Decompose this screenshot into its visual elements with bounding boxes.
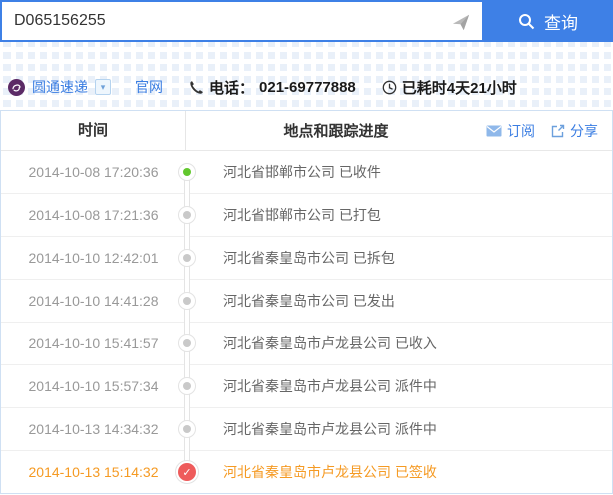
carrier-name-link[interactable]: 圆通速递 bbox=[32, 77, 88, 97]
event-time: 2014-10-08 17:21:36 bbox=[28, 206, 159, 223]
timeline-dot-received-icon: ✓ bbox=[178, 162, 196, 181]
phone-icon bbox=[189, 80, 204, 95]
carrier-dropdown-toggle[interactable]: ▾ bbox=[95, 79, 111, 95]
timeline-dot-icon: ✓ bbox=[178, 377, 196, 396]
envelope-icon bbox=[486, 125, 502, 137]
official-site-link[interactable]: 官网 bbox=[135, 77, 163, 97]
chevron-down-icon: ▾ bbox=[100, 81, 106, 92]
event-text: 河北省邯郸市公司 已收件 bbox=[223, 163, 381, 180]
event-text: 河北省秦皇岛市公司 已发出 bbox=[223, 292, 395, 309]
header-actions: 订阅 分享 bbox=[486, 121, 612, 141]
tracking-row: 2014-10-10 15:41:57 ✓ 河北省秦皇岛市卢龙县公司 已收入 bbox=[1, 323, 612, 366]
timeline-dot-icon: ✓ bbox=[178, 334, 196, 353]
search-icon bbox=[518, 13, 535, 30]
tracking-rows: 2014-10-08 17:20:36 ✓ 河北省邯郸市公司 已收件 2014-… bbox=[1, 151, 612, 493]
time-column-header: 时间 bbox=[1, 111, 186, 150]
carrier-info-row: 圆通速递 ▾ 官网 电话： 021-69777888 已耗时4天21小时 bbox=[8, 72, 613, 102]
table-header: 时间 地点和跟踪进度 订阅 分享 bbox=[1, 111, 612, 151]
timeline-dot-icon: ✓ bbox=[178, 291, 196, 310]
tracking-number-input[interactable] bbox=[0, 0, 484, 42]
timeline-dot-icon: ✓ bbox=[178, 420, 196, 439]
event-text: 河北省秦皇岛市卢龙县公司 派件中 bbox=[223, 421, 437, 438]
share-icon bbox=[551, 124, 565, 138]
event-time: 2014-10-10 15:41:57 bbox=[28, 335, 159, 352]
event-text: 河北省秦皇岛市卢龙县公司 已收入 bbox=[223, 335, 437, 352]
tracking-row: 2014-10-10 14:41:28 ✓ 河北省秦皇岛市公司 已发出 bbox=[1, 280, 612, 323]
tracking-row: 2014-10-08 17:21:36 ✓ 河北省邯郸市公司 已打包 bbox=[1, 194, 612, 237]
tracking-row: 2014-10-08 17:20:36 ✓ 河北省邯郸市公司 已收件 bbox=[1, 151, 612, 194]
clock-icon bbox=[382, 80, 397, 95]
event-time: 2014-10-10 12:42:01 bbox=[28, 249, 159, 266]
search-button[interactable]: 查询 bbox=[483, 0, 613, 42]
timeline-dot-icon: ✓ bbox=[178, 248, 196, 267]
event-time: 2014-10-08 17:20:36 bbox=[28, 163, 159, 180]
send-arrow-icon bbox=[452, 13, 470, 31]
timeline-dot-signed-icon: ✓ bbox=[175, 460, 199, 485]
event-text: 河北省秦皇岛市卢龙县公司 已签收 bbox=[223, 464, 437, 481]
tracking-row: 2014-10-10 15:57:34 ✓ 河北省秦皇岛市卢龙县公司 派件中 bbox=[1, 365, 612, 409]
share-link[interactable]: 分享 bbox=[551, 121, 598, 141]
progress-column-header: 地点和跟踪进度 bbox=[283, 123, 389, 140]
event-text: 河北省秦皇岛市公司 已拆包 bbox=[223, 249, 395, 266]
check-icon: ✓ bbox=[182, 466, 192, 479]
subscribe-link[interactable]: 订阅 bbox=[486, 121, 535, 141]
phone-group: 电话： 021-69777888 bbox=[189, 77, 356, 98]
search-button-label: 查询 bbox=[544, 13, 578, 33]
elapsed-time: 已耗时4天21小时 bbox=[401, 79, 517, 97]
tracking-panel: 时间 地点和跟踪进度 订阅 分享 2014-10-08 17:20:36 河北省… bbox=[0, 110, 613, 494]
event-text: 河北省秦皇岛市卢龙县公司 派件中 bbox=[223, 378, 437, 395]
elapsed-group: 已耗时4天21小时 bbox=[382, 77, 517, 98]
subscribe-label: 订阅 bbox=[507, 122, 535, 139]
event-time: 2014-10-10 14:41:28 bbox=[28, 292, 159, 309]
phone-label: 电话： bbox=[209, 79, 255, 97]
share-label: 分享 bbox=[570, 122, 598, 139]
tracking-row: 2014-10-13 14:34:32 ✓ 河北省秦皇岛市卢龙县公司 派件中 bbox=[1, 408, 612, 452]
event-time: 2014-10-13 14:34:32 bbox=[28, 421, 159, 438]
carrier-logo-icon bbox=[8, 78, 25, 96]
tracking-row: 2014-10-10 12:42:01 ✓ 河北省秦皇岛市公司 已拆包 bbox=[1, 237, 612, 280]
timeline-dot-icon: ✓ bbox=[178, 205, 196, 224]
event-time: 2014-10-10 15:57:34 bbox=[28, 378, 159, 395]
phone-number: 021-69777888 bbox=[259, 78, 356, 96]
event-text: 河北省邯郸市公司 已打包 bbox=[223, 206, 381, 223]
event-time: 2014-10-13 15:14:32 bbox=[28, 464, 159, 481]
tracking-row: 2014-10-13 15:14:32 ✓ 河北省秦皇岛市卢龙县公司 已签收 bbox=[1, 451, 612, 493]
